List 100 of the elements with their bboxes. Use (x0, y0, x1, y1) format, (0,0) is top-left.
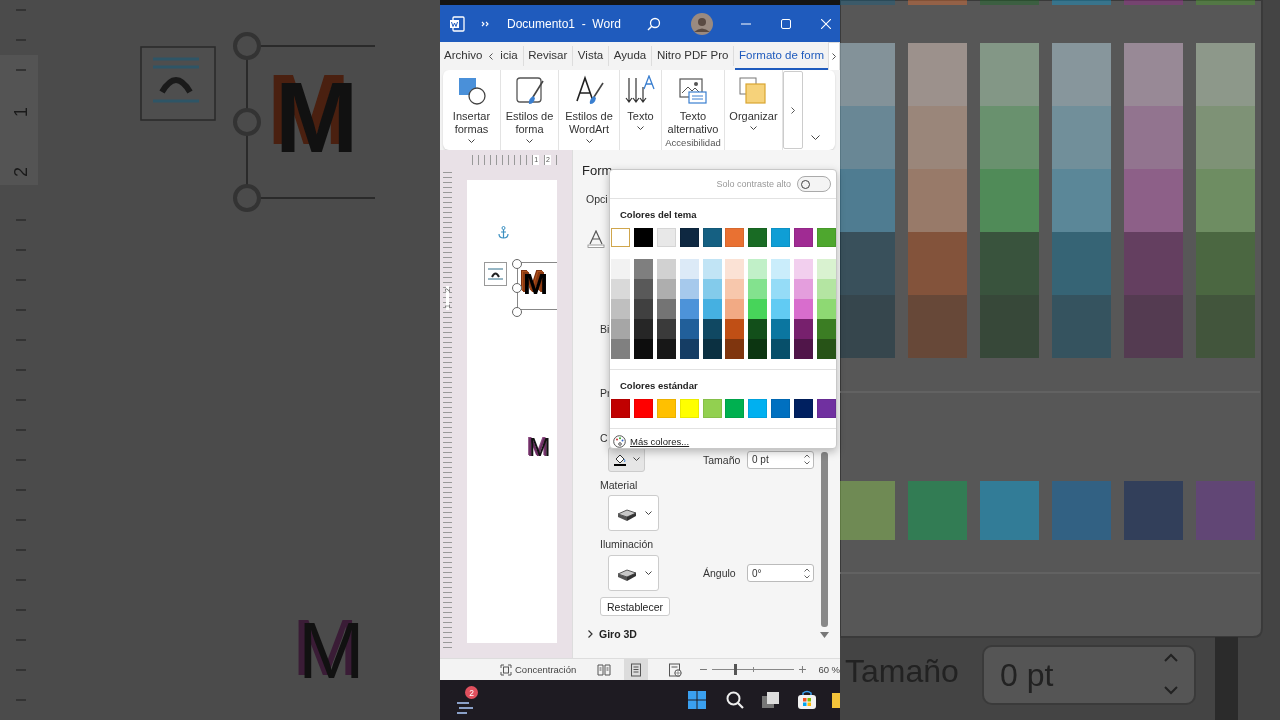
color-swatch[interactable] (611, 319, 630, 340)
color-swatch[interactable] (611, 228, 630, 248)
arrange-button[interactable]: Organizar (729, 75, 778, 131)
color-swatch[interactable] (679, 259, 699, 280)
insert-shapes-button[interactable]: Insertar formas (444, 75, 499, 144)
lighting-button[interactable] (608, 555, 659, 591)
color-swatch[interactable] (771, 339, 791, 360)
color-swatch[interactable] (817, 279, 836, 300)
ribbon-tab[interactable]: Revisar (524, 42, 572, 70)
resize-handle[interactable] (512, 307, 522, 317)
color-swatch[interactable] (611, 339, 630, 360)
color-swatch[interactable] (817, 259, 836, 280)
color-swatch[interactable] (679, 339, 699, 360)
color-swatch[interactable] (748, 259, 768, 280)
ribbon-tab[interactable]: Ayuda (609, 42, 651, 70)
color-swatch[interactable] (656, 299, 676, 320)
ribbon-tab[interactable]: Vista (573, 42, 608, 70)
zoom-slider[interactable] (712, 664, 795, 675)
ribbon-tab[interactable]: Archivo (440, 42, 487, 70)
color-swatch[interactable] (725, 339, 745, 360)
wordart-styles-button[interactable]: Estilos de WordArt (560, 75, 618, 144)
color-swatch[interactable] (725, 259, 745, 280)
slider-thumb[interactable] (734, 664, 738, 675)
spinner-icon[interactable] (804, 454, 810, 465)
search-icon[interactable] (647, 16, 661, 31)
print-view-button[interactable] (624, 659, 648, 680)
color-swatch[interactable] (725, 279, 745, 300)
store-icon[interactable] (797, 690, 817, 710)
size-field[interactable]: 0 pt (747, 450, 814, 469)
color-swatch[interactable] (771, 259, 791, 280)
spinner-icon[interactable] (804, 567, 810, 579)
search-icon[interactable] (725, 690, 745, 710)
color-swatch[interactable] (794, 279, 814, 300)
color-swatch[interactable] (817, 339, 836, 360)
color-swatch[interactable] (725, 299, 745, 320)
color-swatch[interactable] (611, 259, 630, 280)
field-label: Material (600, 479, 638, 491)
color-swatch[interactable] (656, 259, 676, 280)
resize-handle[interactable] (512, 283, 522, 293)
color-swatch[interactable] (702, 259, 722, 280)
color-swatch[interactable] (633, 259, 653, 280)
windows-start-icon[interactable] (687, 690, 707, 710)
color-swatch[interactable] (633, 319, 653, 340)
color-swatch[interactable] (633, 299, 653, 320)
tab-label[interactable]: Opci (586, 193, 608, 205)
maximize-icon[interactable] (781, 18, 791, 29)
zoom-in-icon[interactable] (799, 666, 807, 673)
color-swatch[interactable] (794, 299, 814, 320)
color-swatch[interactable] (633, 279, 653, 300)
color-swatch[interactable] (725, 319, 745, 340)
angle-field[interactable]: 0° (747, 564, 814, 582)
color-swatch[interactable] (611, 279, 630, 300)
toggle-switch[interactable] (797, 176, 831, 193)
color-swatch[interactable] (702, 339, 722, 360)
color-swatch[interactable] (679, 319, 699, 340)
layout-options-button[interactable] (484, 262, 507, 286)
color-swatch[interactable] (633, 339, 653, 360)
color-swatch[interactable] (748, 319, 768, 340)
ribbon-tab[interactable]: icia (496, 42, 522, 70)
chevrons-icon[interactable] (481, 19, 489, 28)
shape-styles-button[interactable]: Estilos de forma (502, 75, 557, 144)
color-swatch[interactable] (817, 319, 836, 340)
color-swatch[interactable] (702, 299, 722, 320)
color-swatch[interactable] (702, 279, 722, 300)
color-swatch[interactable] (656, 339, 676, 360)
more-colors-link[interactable]: Más colores... (630, 436, 690, 447)
close-icon[interactable] (821, 18, 831, 29)
resize-handle[interactable] (512, 259, 522, 269)
task-view-icon[interactable] (761, 690, 781, 710)
scroll-down-icon[interactable] (820, 632, 829, 639)
word-icon[interactable] (449, 15, 465, 32)
zoom-level[interactable]: 60 % (818, 664, 841, 675)
text-button[interactable]: Texto (624, 75, 657, 131)
material-button[interactable] (608, 495, 659, 531)
color-swatch[interactable] (817, 299, 836, 320)
color-button[interactable] (608, 447, 645, 472)
section-toggle[interactable]: Giro 3D (588, 628, 637, 640)
avatar[interactable] (691, 12, 713, 35)
reset-button[interactable]: Restablecer (600, 597, 671, 616)
alt-text-button[interactable]: Texto alternativo (663, 75, 723, 136)
color-swatch[interactable] (656, 279, 676, 300)
color-swatch[interactable] (771, 279, 791, 300)
color-swatch[interactable] (611, 299, 630, 320)
color-swatch[interactable] (771, 299, 791, 320)
color-swatch[interactable] (679, 299, 699, 320)
color-swatch[interactable] (748, 339, 768, 360)
color-swatch[interactable] (794, 259, 814, 280)
ribbon-tab[interactable]: Nitro PDF Pro (652, 42, 733, 70)
focus-mode-button[interactable]: Concentración (500, 663, 577, 676)
color-swatch[interactable] (794, 319, 814, 340)
widgets-button[interactable]: 2 (457, 686, 476, 714)
color-swatch[interactable] (794, 339, 814, 360)
color-swatch[interactable] (679, 279, 699, 300)
color-swatch[interactable] (702, 319, 722, 340)
color-swatch[interactable] (656, 319, 676, 340)
color-swatch[interactable] (748, 279, 768, 300)
text-outline-icon[interactable] (587, 230, 605, 248)
color-swatch[interactable] (748, 299, 768, 320)
scrollbar-thumb[interactable] (821, 452, 828, 627)
color-swatch[interactable] (771, 319, 791, 340)
